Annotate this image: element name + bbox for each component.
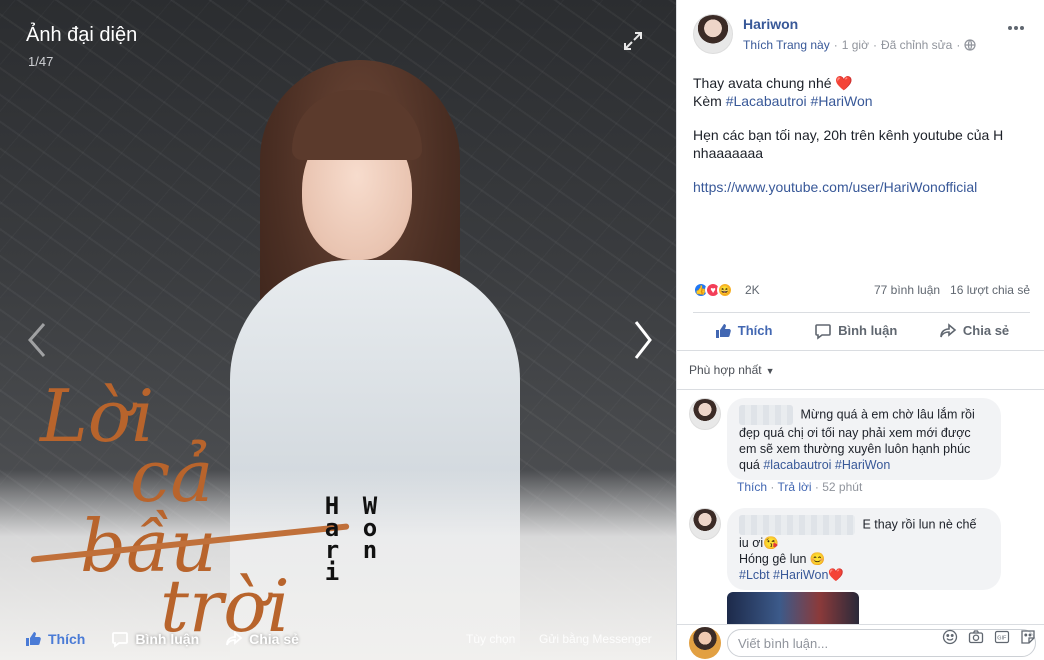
like-button[interactable]: Thích (714, 322, 773, 340)
chevron-right-icon[interactable] (628, 318, 658, 362)
options-link[interactable]: Tùy chọn (466, 632, 515, 646)
artwork-name-col-2: W o n (358, 494, 382, 564)
viewer-comment-label: Bình luận (135, 631, 200, 647)
viewer-share-label: Chia sẻ (249, 631, 299, 647)
author-avatar[interactable] (693, 14, 733, 54)
post-author[interactable]: Hariwon (743, 16, 798, 32)
artwork-name-col-1: H a r i (320, 494, 344, 586)
hashtag-link[interactable]: #HariWon (811, 93, 873, 109)
share-arrow-icon (940, 322, 957, 337)
comment-time[interactable]: 52 phút (822, 480, 862, 494)
share-button[interactable]: Chia sẻ (939, 322, 1009, 340)
expand-icon[interactable] (622, 30, 644, 52)
globe-icon[interactable] (964, 39, 976, 51)
post-panel: Hariwon Thích Trang này · 1 giờ · Đã chỉ… (676, 0, 1044, 660)
comment-actions: Thích · Trả lời · 52 phút (737, 480, 863, 494)
like-label: Thích (737, 323, 773, 338)
viewer-share-button[interactable]: Chia sẻ (225, 630, 299, 648)
photo-theater: Lời cả bầu trời H a r i W o n Ảnh đại di… (0, 0, 1044, 660)
comment-reply-link[interactable]: Trả lời (777, 480, 811, 494)
reaction-count[interactable]: 2K (745, 283, 760, 297)
caret-down-icon: ▼ (765, 366, 775, 376)
sticker-icon[interactable] (1020, 629, 1036, 645)
artwork-letter: n (362, 536, 378, 564)
post-header: Hariwon Thích Trang này · 1 giờ · Đã chỉ… (693, 14, 1034, 56)
comment-hashtags[interactable]: #lacabautroi #HariWon (763, 458, 890, 472)
comment-label: Bình luận (838, 323, 898, 338)
meta-separator: · (956, 38, 961, 52)
engagement-stats: 77 bình luận 16 lượt chia sẻ (874, 283, 1030, 297)
commenter-avatar[interactable] (689, 398, 721, 430)
share-label: Chia sẻ (962, 323, 1010, 338)
thumbs-up-icon (715, 323, 731, 338)
comment-count[interactable]: 77 bình luận (874, 283, 940, 297)
album-title: Ảnh đại diện (26, 24, 138, 46)
meta-separator: · (833, 38, 838, 52)
send-messenger-link[interactable]: Gửi bằng Messenger (539, 632, 652, 646)
post-line-2-prefix: Kèm (693, 93, 722, 109)
post-line-2: Kèm #Lacabautroi #HariWon (693, 92, 1030, 110)
chevron-left-icon[interactable] (22, 320, 52, 360)
speech-bubble-icon (112, 632, 129, 648)
more-options-icon[interactable] (1006, 20, 1026, 30)
photo-counter: 1/47 (28, 54, 54, 69)
comment-line-2: Hóng gê lun 😊 (739, 552, 826, 566)
redacted-name (739, 405, 793, 425)
viewer-avatar (689, 627, 721, 659)
photo-viewer[interactable]: Lời cả bầu trời H a r i W o n Ảnh đại di… (0, 0, 676, 660)
viewer-comment-button[interactable]: Bình luận (111, 630, 199, 648)
comment-button[interactable]: Bình luận (814, 322, 897, 340)
share-arrow-icon (226, 631, 243, 646)
comment-list: Mừng quá à em chờ lâu lắm rồi đẹp quá ch… (677, 392, 1044, 624)
camera-icon[interactable] (968, 629, 984, 645)
redacted-name (739, 515, 855, 535)
viewer-like-button[interactable]: Thích (24, 630, 85, 648)
sort-label: Phù hợp nhất (689, 363, 762, 377)
gif-icon[interactable]: GIF (994, 629, 1010, 645)
post-body: Thay avata chung nhé ❤️ Kèm #Lacabautroi… (693, 74, 1030, 196)
artwork-title-word-2: cả (130, 434, 214, 518)
artwork-title: Lời cả bầu trời (40, 380, 300, 642)
edited-label[interactable]: Đã chỉnh sửa (881, 38, 952, 52)
hashtag-link[interactable]: #Lacabautroi (726, 93, 807, 109)
comment-hashtags[interactable]: #Lcbt #HariWon❤️ (739, 568, 844, 582)
thumbs-up-icon (26, 632, 41, 646)
post-action-row: Thích Bình luận Chia sẻ (693, 312, 1030, 348)
viewer-like-label: Thích (48, 631, 86, 647)
comment-like-link[interactable]: Thích (737, 480, 767, 494)
share-count[interactable]: 16 lượt chia sẻ (950, 283, 1030, 297)
comment-composer: Viết bình luận... GIF (677, 624, 1044, 660)
post-time[interactable]: 1 giờ (842, 38, 869, 52)
post-line-3: Hẹn các bạn tối nay, 20h trên kênh youtu… (693, 127, 1004, 161)
meta-separator: · (872, 38, 877, 52)
composer-tools: GIF (942, 629, 1036, 645)
svg-text:GIF: GIF (997, 636, 1007, 642)
comment-image-preview[interactable] (727, 592, 859, 624)
post-line-1: Thay avata chung nhé ❤️ (693, 75, 853, 91)
reaction-summary: 👍 ♥ 😆 2K 77 bình luận 16 lượt chia sẻ (693, 282, 1030, 300)
follow-page-link[interactable]: Thích Trang này (743, 38, 830, 52)
youtube-link[interactable]: https://www.youtube.com/user/HariWonoffi… (693, 179, 977, 195)
speech-bubble-icon (815, 323, 831, 340)
comment-bubble: Mừng quá à em chờ lâu lắm rồi đẹp quá ch… (727, 398, 1001, 480)
commenter-avatar[interactable] (689, 508, 721, 540)
emoji-icon[interactable] (942, 629, 958, 645)
comment-sort-dropdown[interactable]: Phù hợp nhất ▼ (677, 350, 1044, 390)
reaction-icons[interactable]: 👍 ♥ 😆 (693, 282, 733, 298)
comment-bubble: E thay rồi lun nè chế iu ơi😘 Hóng gê lun… (727, 508, 1001, 590)
haha-reaction-icon: 😆 (717, 282, 733, 298)
comment-input-placeholder: Viết bình luận... (738, 635, 829, 651)
artwork-letter: i (324, 558, 340, 586)
post-meta: Thích Trang này · 1 giờ · Đã chỉnh sửa · (743, 38, 976, 52)
